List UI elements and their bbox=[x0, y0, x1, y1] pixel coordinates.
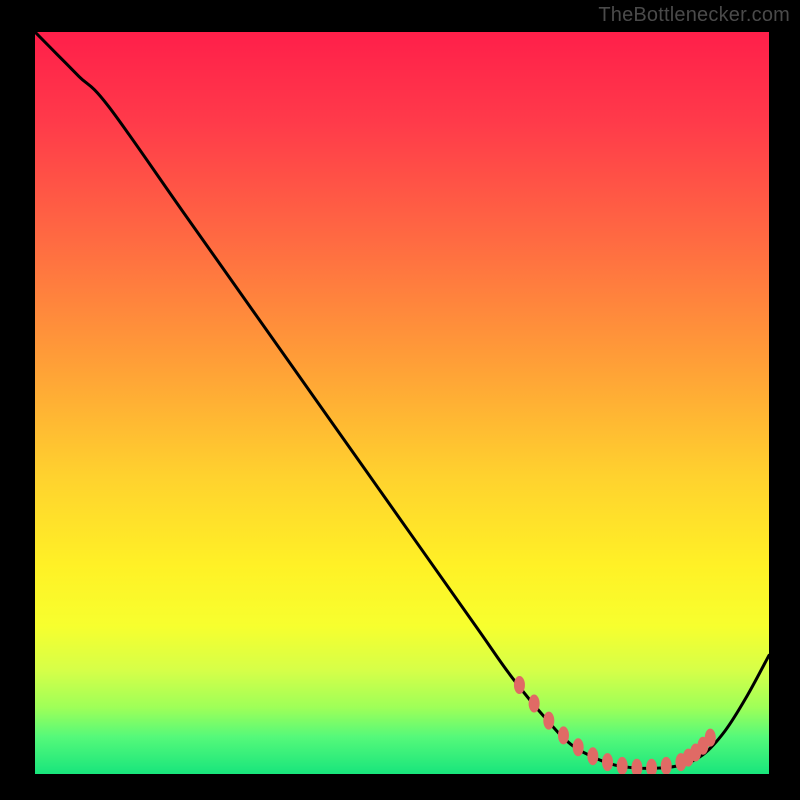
highlight-dot bbox=[573, 738, 584, 756]
highlight-dot bbox=[631, 759, 642, 774]
highlight-dot bbox=[602, 753, 613, 771]
chart-frame: TheBottlenecker.com bbox=[0, 0, 800, 800]
highlight-dot bbox=[617, 757, 628, 774]
bottleneck-curve bbox=[35, 32, 769, 768]
highlight-dot bbox=[514, 676, 525, 694]
highlight-dot bbox=[587, 747, 598, 765]
highlight-dot bbox=[705, 729, 716, 747]
highlight-dot bbox=[543, 712, 554, 730]
highlight-dot bbox=[661, 757, 672, 774]
highlight-dot bbox=[529, 695, 540, 713]
curve-layer bbox=[35, 32, 769, 774]
plot-area bbox=[35, 32, 769, 774]
highlight-dot bbox=[646, 759, 657, 774]
highlight-dot bbox=[558, 726, 569, 744]
watermark-text: TheBottlenecker.com bbox=[598, 4, 790, 27]
